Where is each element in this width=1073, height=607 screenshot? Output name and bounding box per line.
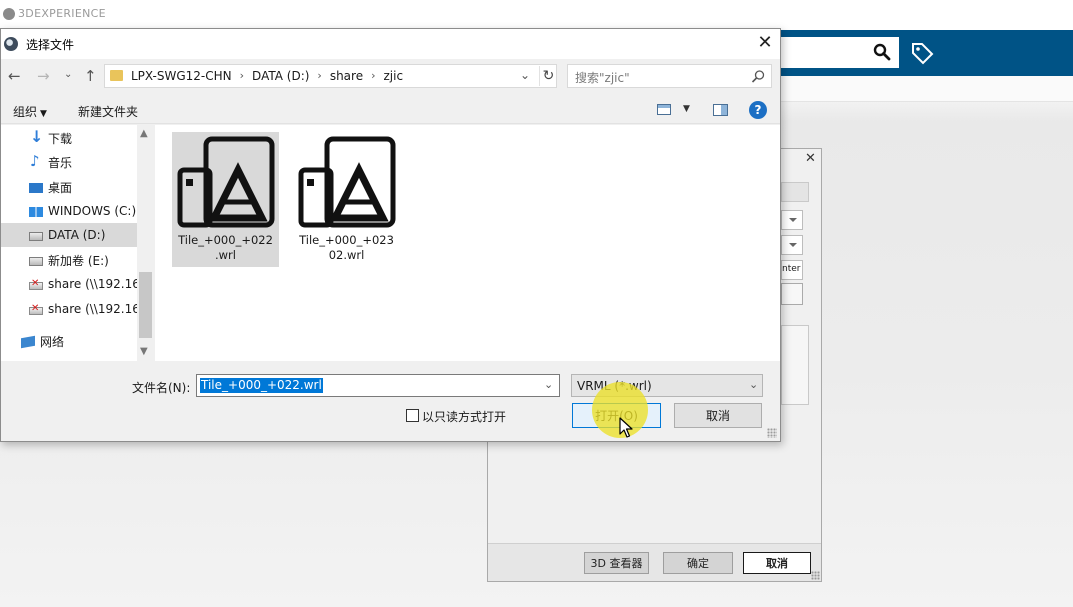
forward-arrow-icon[interactable]: → [37,67,50,85]
disconnected-drive-icon [29,278,43,290]
help-icon[interactable]: ? [749,101,767,119]
command-toolbar: 组织 ▼ 新建文件夹 ▼ ? [1,96,780,124]
new-folder-button[interactable]: 新建文件夹 [78,103,138,120]
breadcrumb-item[interactable]: DATA (D:) [252,69,309,83]
nav-item-data-d[interactable]: DATA (D:) [1,223,137,247]
windows-drive-icon [29,207,43,217]
nav-item-share-2[interactable]: share (\\192.16 [1,297,137,321]
app-titlebar: 3DEXPERIENCE [0,0,1073,28]
file-name: Tile_+000_+023 02.wrl [299,233,394,262]
preview-pane-icon[interactable] [713,104,728,116]
close-icon[interactable]: ✕ [805,151,816,166]
filename-label: 文件名(N): [132,381,191,395]
nav-item-label: 桌面 [48,180,73,195]
drive-icon [29,257,43,266]
resize-grip[interactable] [767,428,777,438]
background-panel-header [781,182,809,202]
nav-item-label: 新加卷 (E:) [48,253,109,268]
nav-item-label: WINDOWS (C:) [48,204,137,218]
file-item[interactable]: Tile_+000_+023 02.wrl [293,132,400,267]
tag-icon[interactable] [909,40,935,66]
chevron-right-icon[interactable]: › [317,69,321,83]
search-input[interactable]: 搜索"zjic" [567,64,772,88]
dialog-title: 选择文件 [26,38,75,52]
nav-item-music[interactable]: 音乐 [1,150,137,174]
app-subheader [780,76,1073,102]
desktop-icon [29,183,43,193]
caret-down-icon[interactable]: ▼ [683,104,690,114]
chevron-right-icon[interactable]: › [240,69,244,83]
background-text-field[interactable]: nter [781,260,803,280]
cancel-button[interactable]: 取消 [674,403,762,428]
background-dialog-footer: 3D 查看器 确定 取消 [488,543,821,581]
search-icon[interactable] [873,43,891,61]
up-arrow-icon[interactable]: ↑ [84,67,97,85]
app-logo-icon [3,8,15,20]
nav-item-label: DATA (D:) [48,228,106,242]
refresh-icon[interactable]: ↻ [539,66,557,86]
nav-scrollbar[interactable]: ▲ ▼ [137,125,154,361]
nav-item-label: 网络 [40,334,65,349]
nav-item-label: 音乐 [48,155,73,170]
search-placeholder: 搜索"zjic" [575,71,630,85]
ok-button[interactable]: 确定 [663,552,733,574]
readonly-checkbox[interactable] [406,409,419,422]
chevron-down-icon[interactable]: ⌄ [749,378,758,391]
wrl-file-icon [177,136,275,228]
drive-icon [29,232,43,241]
3d-viewer-button[interactable]: 3D 查看器 [584,552,649,574]
app-title: 3DEXPERIENCE [18,7,106,20]
app-icon [4,37,18,51]
back-arrow-icon[interactable]: ← [8,67,21,85]
mouse-pointer-icon [619,417,633,438]
organize-menu[interactable]: 组织 ▼ [13,103,47,120]
nav-item-volume-e[interactable]: 新加卷 (E:) [1,248,137,272]
folder-open-icon[interactable] [781,283,803,305]
nav-item-downloads[interactable]: 下载 [1,126,137,150]
nav-item-desktop[interactable]: 桌面 [1,175,137,199]
wrl-file-icon [298,136,396,228]
file-name: Tile_+000_+022 .wrl [178,233,273,262]
folder-icon [110,70,123,81]
background-panel [781,325,809,405]
search-icon[interactable] [751,69,766,84]
chevron-down-icon[interactable]: ⌄ [544,378,553,391]
music-icon [29,152,43,170]
network-icon [21,335,35,349]
breadcrumb-item[interactable]: LPX-SWG12-CHN [131,69,232,83]
scrollbar-thumb[interactable] [139,272,152,338]
nav-item-windows-c[interactable]: WINDOWS (C:) [1,199,137,223]
close-icon[interactable]: ✕ [753,32,777,56]
file-list-pane: Tile_+000_+022 .wrl Tile_+000_+023 02.wr… [155,125,780,361]
scroll-down-icon[interactable]: ▼ [140,346,148,357]
dialog-titlebar: 选择文件 ✕ [1,29,780,59]
background-combo[interactable] [781,210,803,230]
scroll-up-icon[interactable]: ▲ [140,128,148,139]
resize-grip[interactable] [811,571,820,580]
breadcrumb-item[interactable]: zjic [384,69,404,83]
breadcrumb-item[interactable]: share [330,69,363,83]
filename-value[interactable]: Tile_+000_+022.wrl [200,378,323,393]
chevron-down-icon[interactable]: ⌄ [520,68,530,82]
nav-item-label: share (\\192.16 [48,302,137,316]
download-icon [29,127,43,146]
caret-down-icon: ▼ [40,109,47,119]
chevron-right-icon[interactable]: › [371,69,375,83]
nav-item-label: 下载 [48,131,73,146]
nav-item-share-1[interactable]: share (\\192.16 [1,272,137,296]
view-mode-icon[interactable] [657,104,671,115]
recent-locations-chevron-icon[interactable]: ⌄ [64,69,72,80]
address-bar[interactable]: LPX-SWG12-CHN › DATA (D:) › share › zjic… [104,64,557,88]
filename-input[interactable]: Tile_+000_+022.wrl ⌄ [196,374,560,397]
file-item[interactable]: Tile_+000_+022 .wrl [172,132,279,267]
file-open-dialog: 选择文件 ✕ ← → ⌄ ↑ LPX-SWG12-CHN › DATA (D:)… [0,28,781,442]
nav-item-network[interactable]: 网络 [1,329,137,353]
background-combo[interactable] [781,235,803,255]
readonly-label[interactable]: 以只读方式打开 [422,408,506,425]
nav-item-label: share (\\192.16 [48,277,137,291]
breadcrumb: LPX-SWG12-CHN › DATA (D:) › share › zjic [131,69,403,83]
disconnected-drive-icon [29,303,43,315]
cancel-button[interactable]: 取消 [743,552,811,574]
navigation-pane: 下载 音乐 桌面 WINDOWS (C:) DATA (D:) 新加卷 (E:)… [1,125,154,361]
